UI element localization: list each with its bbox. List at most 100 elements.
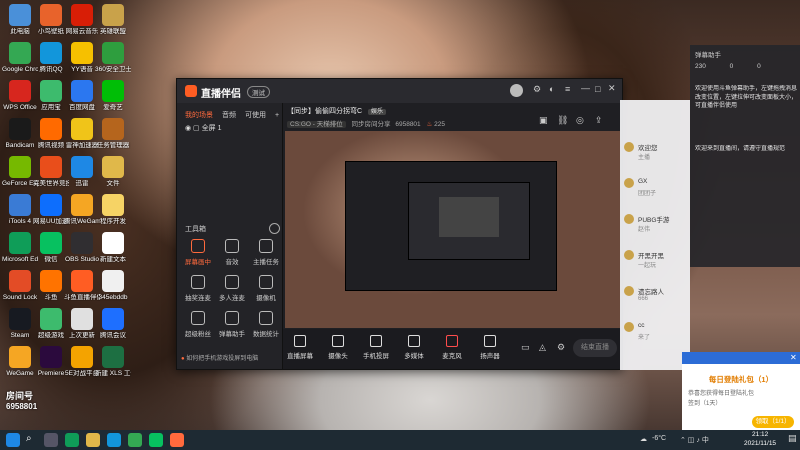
tab-scenes[interactable]: 我的场景 [185, 110, 213, 120]
tool-label: 摄像机 [256, 295, 276, 302]
tool-button[interactable]: 音效 [215, 239, 249, 266]
tab-available[interactable]: 可使用 [245, 110, 266, 120]
control-button[interactable]: 手机投屏 [361, 335, 391, 360]
chat-item[interactable]: 欢迎您 主播 [622, 140, 688, 170]
tool-button[interactable]: 多人连麦 [215, 275, 249, 302]
desktop-app-icon [102, 232, 124, 254]
desktop-app-icon [9, 42, 31, 64]
search-icon[interactable]: ⌕ [26, 433, 32, 444]
desktop-icon[interactable]: 程序开发 [95, 194, 131, 225]
explorer-icon[interactable] [86, 433, 100, 447]
record-icon[interactable]: ◎ [576, 115, 584, 126]
control-button[interactable]: 多媒体 [399, 335, 429, 360]
menu-icon[interactable]: ≡ [565, 84, 570, 94]
chat-message: 赵伟 [638, 227, 651, 233]
stat-1: 230 [695, 63, 706, 70]
clock-time[interactable]: 21:12 [752, 431, 768, 438]
settings-icon[interactable]: ⚙ [533, 84, 541, 95]
footer-notice[interactable]: ● 如何把手机游戏投屏到电脑 [181, 353, 279, 362]
desktop-icon[interactable]: 爱奇艺 [95, 80, 131, 111]
screenshot-icon[interactable]: ▣ [539, 115, 548, 126]
tool-icon [225, 275, 239, 289]
chat-avatar [624, 322, 634, 332]
minimize-icon[interactable]: — [581, 83, 590, 93]
tools-more-icon[interactable] [269, 223, 280, 234]
chrome-icon[interactable] [128, 433, 142, 447]
weather-icon[interactable]: ☁ [640, 435, 647, 443]
tool-icon [259, 275, 273, 289]
chat-item[interactable]: PUBG手游 赵伟 [622, 212, 688, 242]
desktop-app-icon [40, 4, 62, 26]
qq-icon[interactable] [107, 433, 121, 447]
desktop-icon-label: 英雄联盟 [100, 28, 126, 35]
tool-button[interactable]: 弹幕助手 [215, 311, 249, 338]
chat-item[interactable]: 遗忘路人 666 [622, 284, 688, 314]
tool-button[interactable]: 屏幕画中 [181, 239, 215, 266]
tool-button[interactable]: 主播任务 [249, 239, 283, 266]
control-button[interactable]: 麦克风 [437, 335, 467, 360]
desktop-icon[interactable]: 文件 [95, 156, 131, 187]
desktop-icon[interactable]: 新建 XLS 工作表 [95, 346, 131, 377]
popup-claim-button[interactable]: 领取（1/1） [752, 416, 794, 428]
version-badge[interactable]: 测试 [247, 86, 270, 98]
tool-button[interactable]: 超级粉丝 [181, 311, 215, 338]
popup-line1: 恭喜您获得每日登陆礼包 [688, 391, 755, 397]
end-stream-button[interactable]: 结束直播 [573, 339, 617, 357]
link-icon[interactable]: ⛓ [557, 115, 568, 126]
share-icon[interactable]: ⇪ [595, 115, 603, 126]
room-watermark: 房间号 6958801 [6, 389, 46, 411]
desktop-icon[interactable]: 腾讯会议 [95, 308, 131, 339]
task-view-icon[interactable] [44, 433, 58, 447]
desktop-icon-label: 任务管理器 [96, 142, 130, 149]
control-button[interactable]: 直播屏幕 [285, 335, 315, 360]
tool-label: 抽奖连麦 [185, 295, 211, 302]
desktop-icon[interactable]: 任务管理器 [95, 118, 131, 149]
app-logo-icon [185, 85, 197, 97]
chat-item[interactable]: cc 来了 [622, 320, 688, 350]
gear-icon[interactable]: ⚙ [557, 342, 565, 353]
tool-button[interactable]: 摄像机 [249, 275, 283, 302]
tool-button[interactable]: 抽奖连麦 [181, 275, 215, 302]
skin-icon[interactable]: ◐ [549, 84, 554, 94]
tool-button[interactable]: 数据统计 [249, 311, 283, 338]
camera-toggle-icon[interactable]: ▭ [521, 342, 530, 353]
eye-icon[interactable]: ◉ ▢ [185, 125, 200, 132]
desktop-app-icon [40, 80, 62, 102]
tool-label: 数据统计 [253, 331, 279, 338]
danmaku-header: 弹幕助手 [695, 52, 721, 59]
clock-date[interactable]: 2021/11/15 [744, 440, 776, 447]
maximize-icon[interactable]: □ [595, 84, 600, 94]
popup-close-icon[interactable]: ✕ [790, 353, 797, 362]
close-icon[interactable]: ✕ [608, 83, 616, 94]
category-badge[interactable]: CS:GO - 天梯排位 [287, 121, 346, 128]
notification-icon[interactable]: ▤ [788, 433, 797, 444]
desktop-app-icon [9, 118, 31, 140]
desktop-icon[interactable]: 345ebddb [95, 270, 131, 301]
desktop-icon-label: 程序开发 [100, 218, 126, 225]
popup-title: 每日登陆礼包（1） [708, 375, 774, 384]
stream-tag[interactable]: 娱乐 [368, 109, 387, 115]
chat-name: 欢迎您 [638, 145, 658, 152]
tray-icons[interactable]: ⌃ ◫ ♪ 中 [680, 435, 709, 445]
desktop-icon[interactable]: 英雄联盟 [95, 4, 131, 35]
chat-item[interactable]: GX 团团子 [622, 176, 688, 206]
user-avatar[interactable] [510, 84, 523, 97]
preview-stage[interactable] [285, 131, 620, 328]
stream-title[interactable]: 【同步】偷偷四分拐弯C [287, 108, 362, 115]
chat-item[interactable]: 开黑开黑 一起玩 [622, 248, 688, 278]
chat-message: 主播 [638, 155, 651, 161]
room-id: 6958801 [395, 121, 421, 128]
scene-item[interactable]: ◉ ▢ 全屏 1 [185, 123, 221, 133]
desktop-icon[interactable]: 新建文本 [95, 232, 131, 263]
desktop-icon[interactable]: 360安全卫士 [95, 42, 131, 73]
tab-add[interactable]: + [275, 112, 279, 119]
control-button[interactable]: 扬声器 [475, 335, 505, 360]
wechat-icon[interactable] [149, 433, 163, 447]
tab-audio[interactable]: 音频 [222, 110, 236, 120]
mirror-icon[interactable]: ◬ [539, 342, 546, 353]
chat-name: cc [638, 322, 645, 329]
start-icon[interactable] [6, 433, 20, 447]
control-button[interactable]: 摄像头 [323, 335, 353, 360]
edge-icon[interactable] [65, 433, 79, 447]
app-taskbar-icon[interactable] [170, 433, 184, 447]
